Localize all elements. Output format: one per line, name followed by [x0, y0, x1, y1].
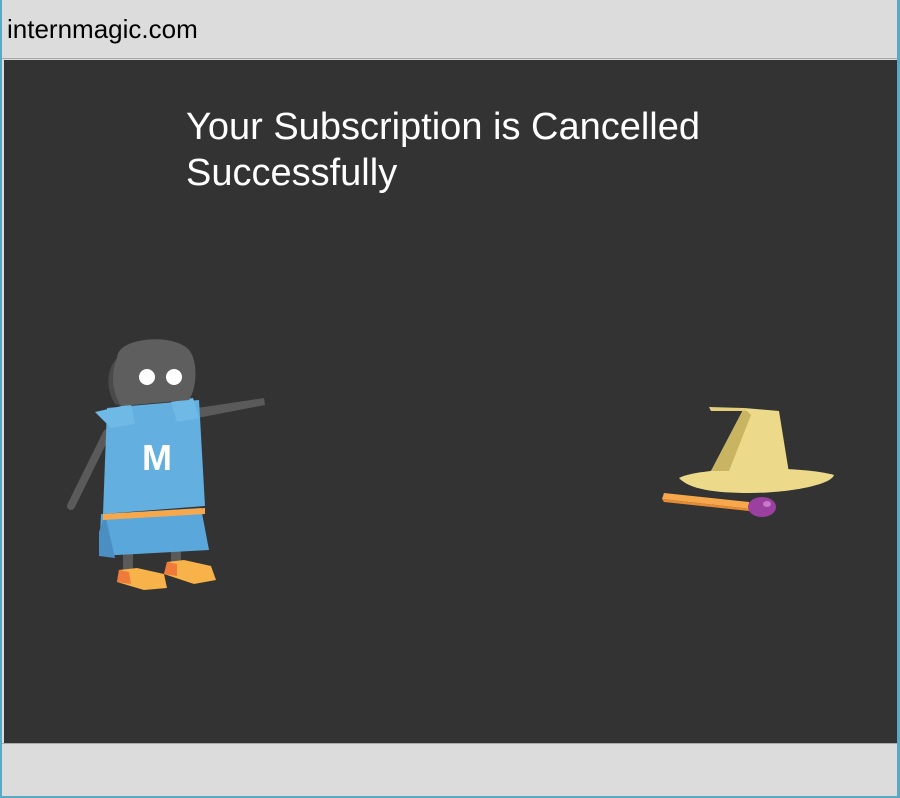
mascot-character-icon: M [67, 339, 265, 590]
browser-window: internmagic.com Your Subscription is Can… [2, 0, 897, 796]
title-bar: internmagic.com [2, 0, 897, 59]
footer-bar [2, 743, 897, 796]
main-content: Your Subscription is Cancelled Successfu… [4, 60, 897, 743]
wizard-hat-icon [662, 407, 834, 517]
mascot-left-eye [139, 369, 155, 385]
mascot-head [112, 339, 196, 406]
gem-icon [748, 497, 776, 517]
site-title: internmagic.com [7, 14, 198, 44]
mascot-right-eye [166, 369, 182, 385]
mascot-left-arm [67, 429, 111, 510]
mascot-shirt-letter: M [142, 437, 172, 478]
cancellation-headline: Your Subscription is Cancelled Successfu… [186, 106, 701, 194]
hat-brim [679, 468, 834, 493]
